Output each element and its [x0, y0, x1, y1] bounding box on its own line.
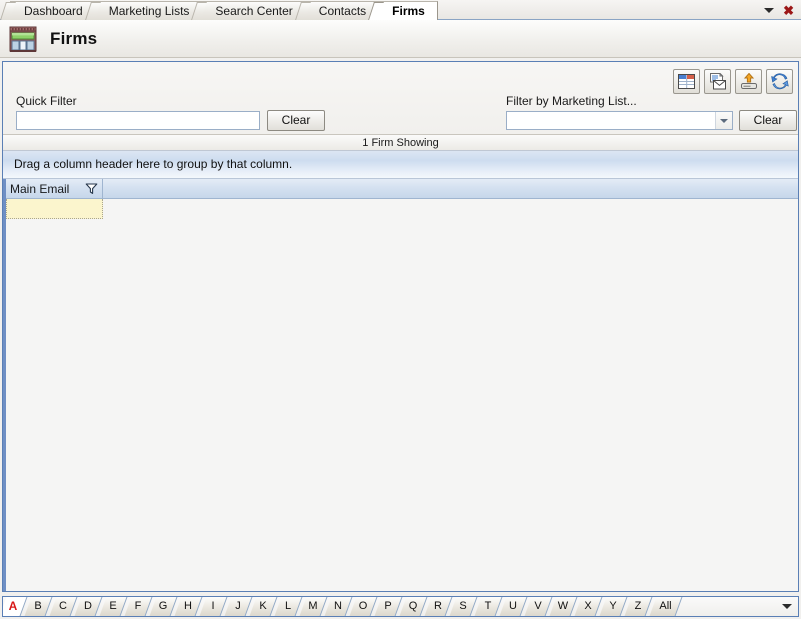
alpha-tab-f[interactable]: F [124, 597, 153, 616]
alpha-tab-label: Z [634, 600, 642, 612]
alpha-tab-label: S [459, 600, 467, 612]
column-header-main-email[interactable]: Main Email [6, 179, 103, 198]
alpha-tab-r[interactable]: R [424, 597, 453, 616]
alpha-tab-label: R [434, 600, 442, 612]
alpha-tab-c[interactable]: C [49, 597, 78, 616]
content-panel: Quick Filter Clear Filter by Marketing L… [2, 61, 799, 592]
record-count-bar: 1 Firm Showing [3, 134, 798, 151]
alpha-tab-h[interactable]: H [174, 597, 203, 616]
alpha-tab-label: G [158, 600, 168, 612]
alpha-tab-label: E [109, 600, 117, 612]
alpha-tab-u[interactable]: U [499, 597, 528, 616]
marketing-list-filter-label: Filter by Marketing List... [506, 94, 637, 108]
chevron-down-icon[interactable] [715, 112, 732, 129]
alpha-tab-m[interactable]: M [299, 597, 328, 616]
alpha-tab-w[interactable]: W [549, 597, 578, 616]
alpha-tab-label: V [534, 600, 542, 612]
alpha-tab-label: O [358, 600, 368, 612]
alpha-tab-y[interactable]: Y [599, 597, 628, 616]
page-title: Firms [50, 28, 98, 48]
tab-dashboard[interactable]: Dashboard [10, 1, 96, 20]
marketing-list-select[interactable] [506, 111, 733, 130]
alpha-tab-label: B [34, 600, 42, 612]
alpha-tab-label: F [134, 600, 142, 612]
alpha-tab-label: L [284, 600, 292, 612]
alpha-tab-label: All [659, 600, 672, 612]
alpha-tab-label: Y [609, 600, 617, 612]
alpha-tab-p[interactable]: P [374, 597, 403, 616]
alpha-tab-g[interactable]: G [149, 597, 178, 616]
alpha-tab-all[interactable]: All [649, 597, 683, 616]
close-icon[interactable]: ✖ [783, 4, 797, 17]
alpha-tab-d[interactable]: D [74, 597, 103, 616]
alpha-tab-label: M [308, 600, 318, 612]
grid-view-button[interactable] [673, 69, 700, 94]
quick-filter-clear-button[interactable]: Clear [267, 110, 325, 131]
filter-cell-main-email[interactable] [6, 199, 103, 219]
column-header-label: Main Email [10, 181, 70, 196]
alpha-tab-label: D [84, 600, 92, 612]
alpha-tab-j[interactable]: J [224, 597, 253, 616]
alpha-tab-label: X [584, 600, 592, 612]
grid-body [6, 219, 798, 591]
page-header: Firms [0, 20, 801, 58]
export-button[interactable] [735, 69, 762, 94]
alpha-tab-z[interactable]: Z [624, 597, 653, 616]
alpha-tab-o[interactable]: O [349, 597, 378, 616]
alpha-tab-label: I [211, 600, 215, 612]
quick-filter-input[interactable] [16, 111, 260, 130]
window-tab-strip: Dashboard Marketing Lists Search Center Con… [0, 0, 801, 20]
alpha-tab-t[interactable]: T [474, 597, 503, 616]
alpha-tab-n[interactable]: N [324, 597, 353, 616]
alpha-tab-q[interactable]: Q [399, 597, 428, 616]
alpha-tab-label: W [557, 600, 569, 612]
funnel-filter-icon[interactable] [85, 182, 98, 195]
alphabet-index-bar: A B C D E F G H I J K L M N O P Q R S T U V W X Y Z All [2, 596, 799, 617]
alpha-tab-label: C [59, 600, 67, 612]
grid-header-row: Main Email [6, 179, 798, 199]
alpha-tab-x[interactable]: X [574, 597, 603, 616]
alpha-tab-label: H [184, 600, 192, 612]
alpha-tab-label: N [334, 600, 342, 612]
tab-search-center[interactable]: Search Center [201, 1, 306, 20]
alpha-tab-label: K [259, 600, 267, 612]
alpha-tab-v[interactable]: V [524, 597, 553, 616]
group-by-drop-zone[interactable]: Drag a column header here to group by th… [3, 151, 798, 179]
alpha-tab-b[interactable]: B [24, 597, 53, 616]
alpha-tab-i[interactable]: I [199, 597, 228, 616]
refresh-button[interactable] [766, 69, 793, 94]
quick-filter-label: Quick Filter [16, 94, 77, 108]
alpha-tab-label: U [509, 600, 517, 612]
filter-toolbar-area: Quick Filter Clear Filter by Marketing L… [3, 62, 798, 134]
tab-marketing-lists[interactable]: Marketing Lists [94, 1, 203, 20]
alpha-tab-e[interactable]: E [99, 597, 128, 616]
tab-firms[interactable]: Firms [378, 1, 438, 20]
alphabet-tab-list: A B C D E F G H I J K L M N O P Q R S T U V W X Y Z All [3, 597, 683, 616]
firms-grid: Main Email [3, 179, 798, 591]
alpha-tab-a[interactable]: A [3, 597, 28, 616]
mail-merge-button[interactable] [704, 69, 731, 94]
storefront-icon [8, 25, 38, 53]
alpha-tab-label: T [484, 600, 492, 612]
alpha-tab-l[interactable]: L [274, 597, 303, 616]
tab-strip-controls: ✖ [764, 0, 797, 20]
chevron-down-icon[interactable] [764, 7, 775, 13]
alpha-tab-label: P [384, 600, 392, 612]
tab-list: Dashboard Marketing Lists Search Center Con… [10, 0, 438, 20]
alpha-tab-s[interactable]: S [449, 597, 478, 616]
chevron-down-icon[interactable] [782, 604, 792, 609]
marketing-list-clear-button[interactable]: Clear [739, 110, 797, 131]
alpha-tab-label: Q [408, 600, 418, 612]
alpha-tab-label: A [8, 599, 18, 613]
alpha-tab-k[interactable]: K [249, 597, 278, 616]
action-icon-toolbar [673, 69, 793, 94]
grid-filter-row [6, 199, 798, 219]
alpha-tab-label: J [235, 600, 241, 612]
